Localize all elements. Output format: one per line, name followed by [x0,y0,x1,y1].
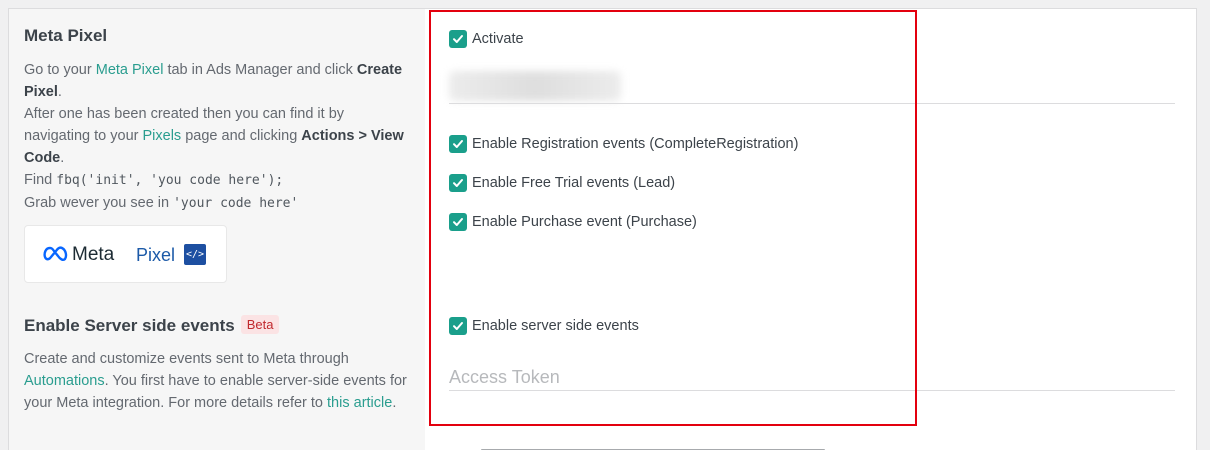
free-trial-events-checkbox[interactable]: Enable Free Trial events (Lead) [449,174,675,192]
meta-pixel-logo: Meta Pixel </> [24,225,227,283]
free-trial-events-label: Enable Free Trial events (Lead) [472,175,676,191]
access-token-input[interactable] [449,363,1175,391]
meta-pixel-description: Go to your Meta Pixel tab in Ads Manager… [24,62,404,211]
registration-events-label: Enable Registration events (CompleteRegi… [472,136,799,152]
server-side-events-checkbox[interactable]: Enable server side events [449,317,639,335]
code-icon: </> [184,244,206,265]
activate-label: Activate [472,31,524,47]
server-side-description: Create and customize events sent to Meta… [24,351,407,411]
automations-link[interactable]: Automations [24,373,105,389]
pixel-id-underline [449,103,1175,104]
init-code-snippet: fbq('init', 'you code here'); [56,173,284,188]
access-token-underline [449,390,1175,391]
checkbox-checked-icon [449,135,467,153]
server-side-heading: Enable Server side events Beta [24,315,280,336]
checkbox-checked-icon [449,30,467,48]
description-column: Meta Pixel Go to your Meta Pixel tab in … [9,9,425,450]
purchase-event-checkbox[interactable]: Enable Purchase event (Purchase) [449,213,697,231]
registration-events-checkbox[interactable]: Enable Registration events (CompleteRegi… [449,135,798,153]
pixels-link[interactable]: Pixels [143,128,182,144]
meta-pixel-link[interactable]: Meta Pixel [96,62,164,78]
pixel-wordmark: Pixel [136,245,176,265]
checkbox-checked-icon [449,317,467,335]
pixel-id-field-blurred[interactable] [449,71,621,101]
server-side-events-label: Enable server side events [472,318,639,334]
checkbox-checked-icon [449,213,467,231]
this-article-link[interactable]: this article [327,395,392,411]
activate-checkbox[interactable]: Activate [449,30,524,48]
meta-pixel-heading: Meta Pixel [24,26,108,45]
meta-infinity-icon [43,246,68,261]
checkbox-checked-icon [449,174,467,192]
beta-badge: Beta [240,315,280,334]
purchase-event-label: Enable Purchase event (Purchase) [472,214,697,230]
settings-panel: Meta Pixel Go to your Meta Pixel tab in … [8,8,1197,450]
meta-wordmark: Meta [72,244,115,265]
your-code-snippet: 'your code here' [173,196,299,211]
